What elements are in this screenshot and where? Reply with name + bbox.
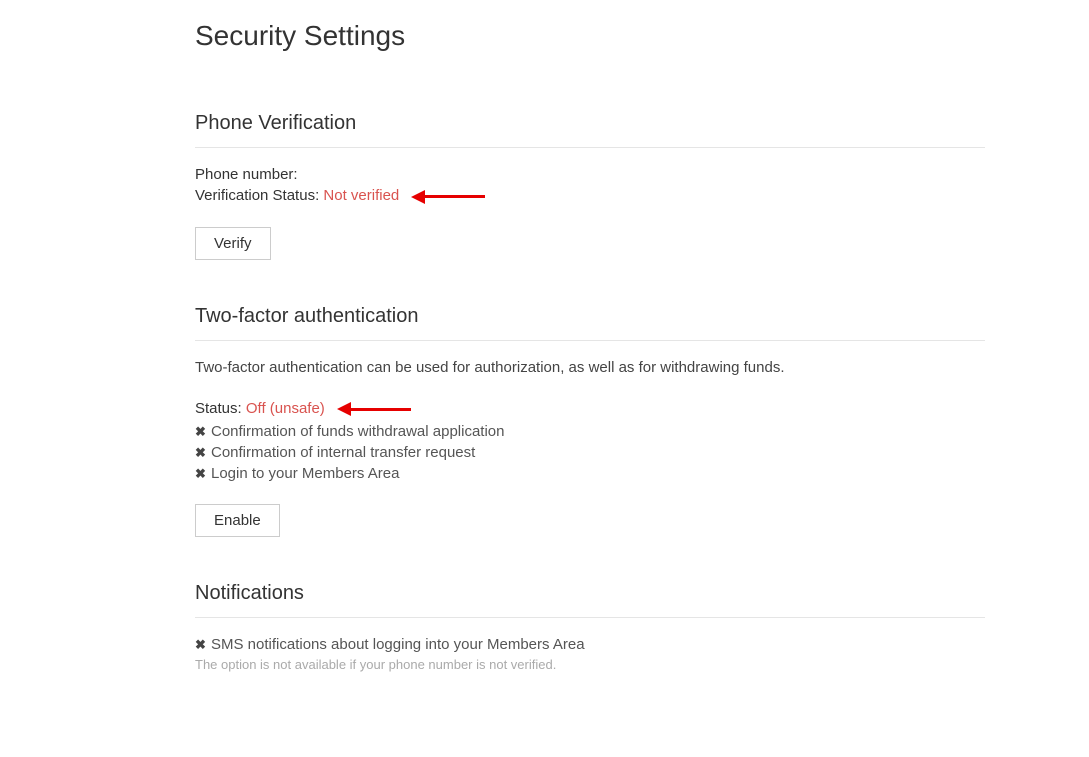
two-factor-status-line: Status: Off (unsafe) — [195, 400, 985, 418]
x-icon: ✖ — [195, 424, 211, 440]
x-icon: ✖ — [195, 466, 211, 482]
verify-button[interactable]: Verify — [195, 227, 271, 260]
two-factor-heading: Two-factor authentication — [195, 305, 985, 341]
notifications-heading: Notifications — [195, 582, 985, 618]
notifications-list: ✖ SMS notifications about logging into y… — [195, 636, 985, 653]
enable-button[interactable]: Enable — [195, 504, 280, 537]
arrow-annotation-icon — [411, 188, 485, 205]
verification-status-value: Not verified — [323, 187, 399, 204]
two-factor-item-label: Login to your Members Area — [211, 465, 399, 482]
phone-verification-heading: Phone Verification — [195, 112, 985, 148]
section-two-factor: Two-factor authentication Two-factor aut… — [195, 305, 985, 538]
phone-number-line: Phone number: — [195, 166, 985, 183]
two-factor-item-label: Confirmation of funds withdrawal applica… — [211, 423, 505, 440]
arrow-annotation-icon — [337, 400, 411, 417]
two-factor-items-list: ✖ Confirmation of funds withdrawal appli… — [195, 423, 985, 482]
section-notifications: Notifications ✖ SMS notifications about … — [195, 582, 985, 672]
x-icon: ✖ — [195, 445, 211, 461]
x-icon: ✖ — [195, 637, 211, 653]
two-factor-status-value: Off (unsafe) — [246, 400, 325, 417]
verification-status-label: Verification Status: — [195, 187, 319, 204]
notification-item-label: SMS notifications about logging into you… — [211, 636, 585, 653]
two-factor-status-label: Status: — [195, 400, 242, 417]
list-item: ✖ Login to your Members Area — [195, 465, 985, 482]
two-factor-description: Two-factor authentication can be used fo… — [195, 359, 985, 376]
two-factor-item-label: Confirmation of internal transfer reques… — [211, 444, 475, 461]
page-title: Security Settings — [195, 20, 1089, 52]
list-item: ✖ SMS notifications about logging into y… — [195, 636, 985, 653]
verification-status-line: Verification Status: Not verified — [195, 187, 985, 205]
notifications-note: The option is not available if your phon… — [195, 657, 985, 672]
section-phone-verification: Phone Verification Phone number: Verific… — [195, 112, 985, 260]
phone-number-label: Phone number: — [195, 166, 298, 183]
list-item: ✖ Confirmation of internal transfer requ… — [195, 444, 985, 461]
list-item: ✖ Confirmation of funds withdrawal appli… — [195, 423, 985, 440]
